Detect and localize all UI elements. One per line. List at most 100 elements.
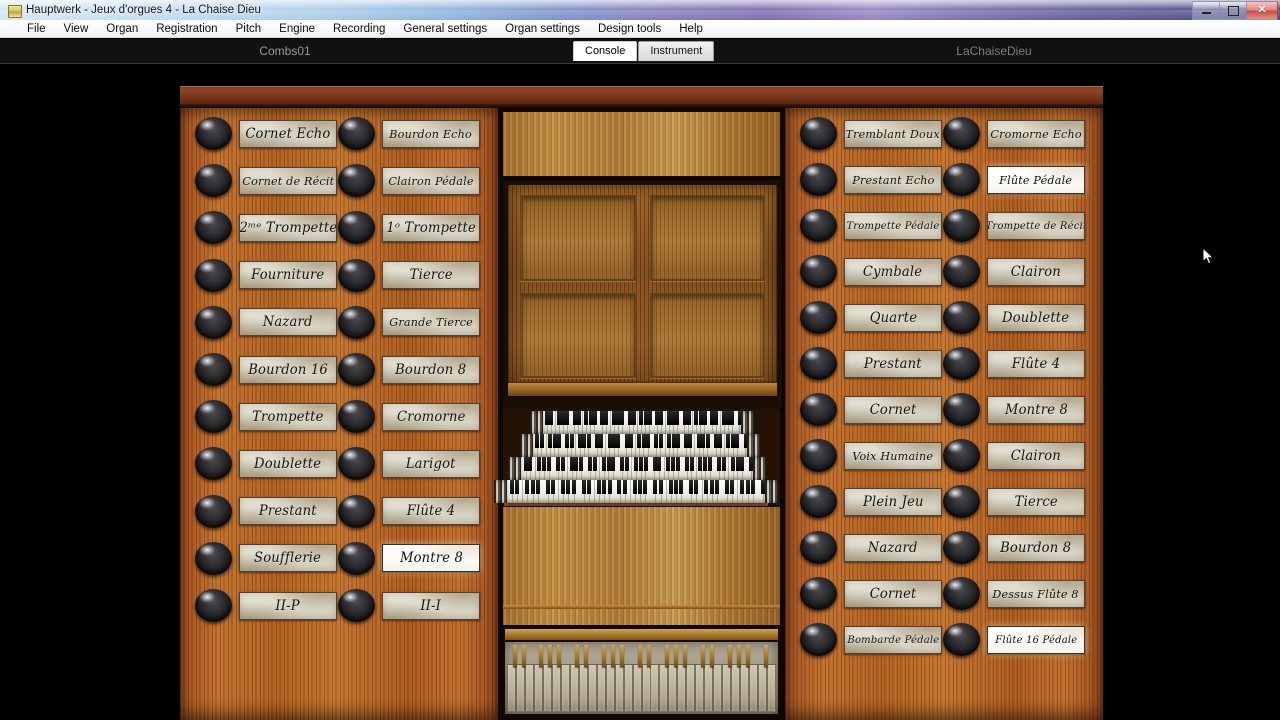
stop-label-plate[interactable]: Cromorne Echo bbox=[987, 119, 1085, 148]
stop-label-plate[interactable]: Montre 8 bbox=[987, 395, 1085, 424]
stop-knob[interactable] bbox=[943, 255, 980, 288]
menu-item-help[interactable]: Help bbox=[670, 21, 712, 37]
stop-label-plate[interactable]: Clairon bbox=[987, 257, 1085, 286]
pedal-sharp-key[interactable] bbox=[709, 645, 714, 667]
stop-knob[interactable] bbox=[943, 301, 980, 334]
pedal-sharp-key[interactable] bbox=[575, 645, 580, 667]
pedal-key[interactable] bbox=[767, 664, 777, 712]
pedal-sharp-key[interactable] bbox=[664, 645, 669, 667]
stop-knob[interactable] bbox=[338, 494, 375, 528]
manual-keyboard[interactable] bbox=[530, 411, 754, 434]
keyboard-keys[interactable] bbox=[507, 480, 765, 503]
pedal-sharp-key[interactable] bbox=[647, 645, 652, 667]
stop-label-plate[interactable]: Tierce bbox=[382, 261, 480, 290]
pedalboard[interactable] bbox=[505, 642, 778, 714]
pedal-key[interactable] bbox=[569, 664, 579, 712]
pedal-sharp-key[interactable] bbox=[620, 645, 625, 667]
restore-button[interactable] bbox=[1219, 1, 1246, 20]
stop-knob[interactable] bbox=[943, 209, 980, 242]
stop-knob[interactable] bbox=[338, 447, 375, 481]
menu-item-organ[interactable]: Organ bbox=[97, 21, 147, 37]
stop-knob[interactable] bbox=[338, 589, 375, 622]
pedal-key[interactable] bbox=[596, 664, 606, 712]
stop-knob[interactable] bbox=[338, 117, 375, 150]
pedal-sharp-key[interactable] bbox=[548, 645, 553, 667]
stop-knob[interactable] bbox=[943, 163, 980, 196]
stop-knob[interactable] bbox=[943, 347, 980, 380]
pedal-key[interactable] bbox=[587, 664, 597, 712]
stop-knob[interactable] bbox=[943, 485, 980, 518]
manual-keyboard[interactable] bbox=[508, 457, 766, 480]
stop-label-plate[interactable]: Dessus Flûte 8 bbox=[987, 579, 1085, 608]
close-button[interactable]: ✕ bbox=[1246, 1, 1278, 20]
tab-instrument[interactable]: Instrument bbox=[638, 41, 715, 61]
stop-label-plate[interactable]: Flûte 4 bbox=[987, 349, 1085, 378]
pedal-sharp-key[interactable] bbox=[727, 645, 732, 667]
stop-label-plate[interactable]: Larigot bbox=[382, 449, 480, 478]
pedal-sharp-key[interactable] bbox=[602, 645, 607, 667]
pedal-key[interactable] bbox=[524, 664, 534, 712]
pedal-key[interactable] bbox=[578, 664, 588, 712]
stop-label-plate[interactable]: 1ᵒ Trompette bbox=[382, 213, 480, 242]
stop-knob[interactable] bbox=[338, 164, 375, 198]
pedal-key[interactable] bbox=[695, 664, 705, 712]
pedal-key[interactable] bbox=[605, 664, 615, 712]
stop-label-plate[interactable]: Doublette bbox=[987, 303, 1085, 332]
stop-label-plate[interactable]: Bourdon 8 bbox=[382, 355, 480, 384]
pedal-key[interactable] bbox=[731, 664, 741, 712]
pedal-key[interactable] bbox=[515, 664, 525, 712]
stop-knob[interactable] bbox=[943, 393, 980, 426]
stop-label-plate[interactable]: Clairon Pédale bbox=[382, 166, 480, 195]
stop-label-plate[interactable]: Tierce bbox=[987, 487, 1085, 516]
stop-knob[interactable] bbox=[338, 541, 375, 575]
pedal-key[interactable] bbox=[542, 664, 552, 712]
pedal-key[interactable] bbox=[632, 664, 642, 712]
pedal-sharp-key[interactable] bbox=[557, 645, 562, 667]
stop-label-plate[interactable]: Montre 8 bbox=[382, 544, 480, 573]
pedal-key[interactable] bbox=[614, 664, 624, 712]
keyboard-keys[interactable] bbox=[521, 457, 753, 480]
stop-label-plate[interactable]: Clairon bbox=[987, 441, 1085, 470]
stop-knob[interactable] bbox=[338, 400, 375, 434]
pedal-sharp-key[interactable] bbox=[584, 645, 589, 667]
menu-item-design-tools[interactable]: Design tools bbox=[589, 21, 670, 37]
stop-label-plate[interactable]: Cromorne bbox=[382, 402, 480, 431]
tab-console[interactable]: Console bbox=[573, 41, 638, 61]
stop-knob[interactable] bbox=[943, 117, 980, 150]
pedal-key[interactable] bbox=[758, 664, 768, 712]
manual-keyboard[interactable] bbox=[494, 480, 778, 503]
pedal-sharp-key[interactable] bbox=[763, 645, 768, 667]
stop-label-plate[interactable]: II-I bbox=[382, 591, 480, 620]
pedal-sharp-key[interactable] bbox=[673, 645, 678, 667]
pedal-sharp-key[interactable] bbox=[682, 645, 687, 667]
pedal-key[interactable] bbox=[650, 664, 660, 712]
pedal-sharp-key[interactable] bbox=[700, 645, 705, 667]
keyboard-keys[interactable] bbox=[543, 411, 741, 434]
pedal-key[interactable] bbox=[533, 664, 543, 712]
pedal-key[interactable] bbox=[686, 664, 696, 712]
menu-item-registration[interactable]: Registration bbox=[147, 21, 226, 37]
pedal-key[interactable] bbox=[641, 664, 651, 712]
pedal-sharp-key[interactable] bbox=[611, 645, 616, 667]
stop-label-plate[interactable]: Flûte 16 Pédale bbox=[987, 625, 1085, 654]
pedal-key[interactable] bbox=[560, 664, 570, 712]
stop-knob[interactable] bbox=[943, 439, 980, 472]
menu-item-file[interactable]: File bbox=[18, 21, 55, 37]
stop-knob[interactable] bbox=[943, 577, 980, 610]
pedal-key[interactable] bbox=[659, 664, 669, 712]
stop-label-plate[interactable]: Grande Tierce bbox=[382, 308, 480, 337]
pedal-sharp-key[interactable] bbox=[521, 645, 526, 667]
pedal-key[interactable] bbox=[722, 664, 732, 712]
stop-knob[interactable] bbox=[338, 305, 375, 339]
pedal-key[interactable] bbox=[749, 664, 759, 712]
stop-label-plate[interactable]: Flûte 4 bbox=[382, 497, 480, 526]
stop-label-plate[interactable]: Flûte Pédale bbox=[987, 165, 1085, 194]
stop-label-plate[interactable]: Bourdon Echo bbox=[382, 119, 480, 148]
menu-item-view[interactable]: View bbox=[55, 21, 98, 37]
menu-item-general-settings[interactable]: General settings bbox=[394, 21, 496, 37]
pedal-sharp-key[interactable] bbox=[736, 645, 741, 667]
menu-item-organ-settings[interactable]: Organ settings bbox=[496, 21, 589, 37]
stop-label-plate[interactable]: Bourdon 8 bbox=[987, 533, 1085, 562]
pedal-sharp-key[interactable] bbox=[512, 645, 517, 667]
stop-knob[interactable] bbox=[943, 531, 980, 564]
